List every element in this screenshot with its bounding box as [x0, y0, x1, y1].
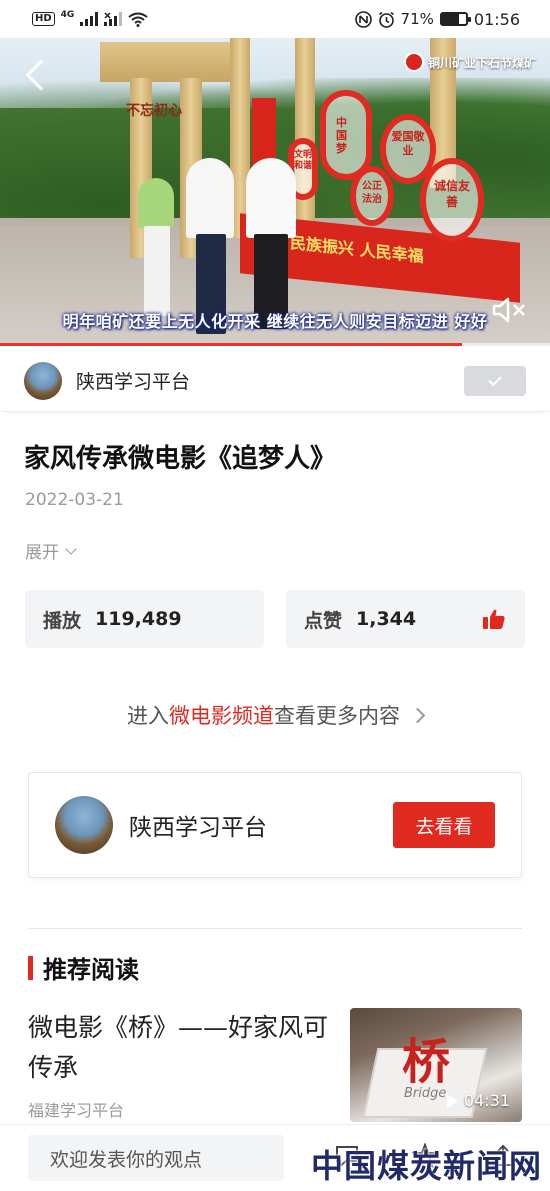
channel-promo-card: 陕西学习平台 去看看 [28, 772, 522, 878]
likes-value: 1,344 [356, 608, 417, 630]
video-progress-bar[interactable] [0, 343, 550, 346]
clock: 01:56 [473, 9, 520, 29]
plays-label: 播放 [43, 609, 82, 632]
network-type: 4G [60, 10, 75, 20]
scene-text: 不忘初心 [126, 103, 182, 119]
nfc-icon [354, 10, 372, 28]
status-right: 71% 01:56 [354, 9, 520, 29]
followed-button[interactable] [464, 365, 526, 396]
wifi-icon [128, 12, 148, 27]
scene-gate [100, 42, 230, 82]
expand-button[interactable]: 展开 [25, 538, 77, 563]
channel-link-prefix: 进入 [127, 704, 169, 728]
play-icon [446, 1093, 458, 1108]
thumb-subtitle: Bridge [404, 1086, 447, 1101]
likes-label: 点赞 [304, 609, 343, 632]
site-watermark: 中国煤炭新闻网 [310, 1147, 542, 1185]
chevron-right-icon [409, 707, 426, 723]
like-button[interactable]: 点赞 1,344 [286, 590, 525, 648]
list-item[interactable]: 微电影《桥》——好家风可传承 福建学习平台 桥 Bridge 04:31 [28, 1008, 522, 1122]
hd-voice-icon: HD [32, 12, 55, 26]
status-left: HD 4G [32, 10, 148, 27]
alarm-icon [378, 11, 394, 28]
video-subtitle: 明年咱矿还要上无人化开采 继续往无人则安目标迈进 好好 [62, 312, 488, 331]
signal-x-icon [104, 12, 123, 26]
mute-icon[interactable] [492, 296, 528, 324]
channel-link-highlight: 微电影频道 [169, 704, 274, 728]
signal-icon [80, 12, 99, 26]
plays-value: 119,489 [95, 608, 182, 630]
battery-level [441, 14, 459, 24]
recommend-heading: 推荐阅读 [28, 950, 139, 985]
scene-text: 诚信友善 [433, 179, 470, 209]
promo-channel-name[interactable]: 陕西学习平台 [129, 808, 393, 842]
bottom-action-bar: 欢迎发表你的观点 中国煤炭新闻网 [0, 1124, 550, 1191]
scene-text: 中国梦 [336, 116, 347, 155]
video-watermark-logo: 铜川矿业下石节煤矿 [403, 52, 536, 72]
expand-label: 展开 [25, 543, 59, 563]
check-icon [488, 372, 502, 386]
scene-text: 爱国敬业 [391, 130, 425, 157]
chevron-down-icon [65, 542, 77, 555]
go-watch-button[interactable]: 去看看 [393, 802, 495, 848]
heading-accent-bar [28, 955, 33, 980]
thumb-title-char: 桥 [402, 1034, 451, 1090]
battery-percent: 71% [400, 10, 434, 28]
channel-name[interactable]: 陕西学习平台 [76, 367, 464, 394]
scene-person [138, 178, 174, 228]
recommend-item-title: 微电影《桥》——好家风可传承 [28, 1013, 329, 1082]
channel-header: 陕西学习平台 [0, 350, 550, 412]
micro-film-channel-link[interactable]: 进入 微电影频道 查看更多内容 [0, 700, 550, 730]
status-bar: HD 4G 71% 01:56 [0, 0, 550, 38]
video-duration: 04:31 [446, 1091, 510, 1110]
publish-date: 2022-03-21 [25, 490, 124, 510]
video-logo-text: 铜川矿业下石节煤矿 [427, 55, 536, 70]
promo-avatar[interactable] [55, 796, 113, 854]
channel-avatar[interactable] [24, 361, 62, 400]
scene-person [144, 226, 170, 316]
comment-input[interactable]: 欢迎发表你的观点 [28, 1135, 284, 1181]
battery-icon [439, 12, 471, 26]
recommend-item-source: 福建学习平台 [28, 1101, 125, 1120]
article-title: 家风传承微电影《追梦人》 [24, 444, 337, 474]
recommend-title: 推荐阅读 [43, 955, 139, 984]
video-progress-fill [0, 343, 462, 346]
scene-text: 公正法治 [362, 181, 382, 205]
video-player[interactable]: 不忘初心 民族振兴 人民幸福 中国梦 爱国敬业 诚信友善 公正法治 文明和谐 铜… [0, 38, 550, 346]
mine-logo-icon [403, 52, 424, 72]
channel-link-suffix: 查看更多内容 [274, 704, 400, 728]
section-divider [28, 928, 522, 929]
thumbs-up-icon [483, 609, 505, 629]
scene-person [246, 158, 296, 238]
scene-person [186, 158, 234, 238]
plays-stat: 播放 119,489 [25, 590, 264, 648]
recommend-item-thumbnail: 桥 Bridge 04:31 [350, 1008, 522, 1122]
scene-text: 文明和谐 [294, 150, 313, 171]
duration-text: 04:31 [463, 1091, 510, 1110]
